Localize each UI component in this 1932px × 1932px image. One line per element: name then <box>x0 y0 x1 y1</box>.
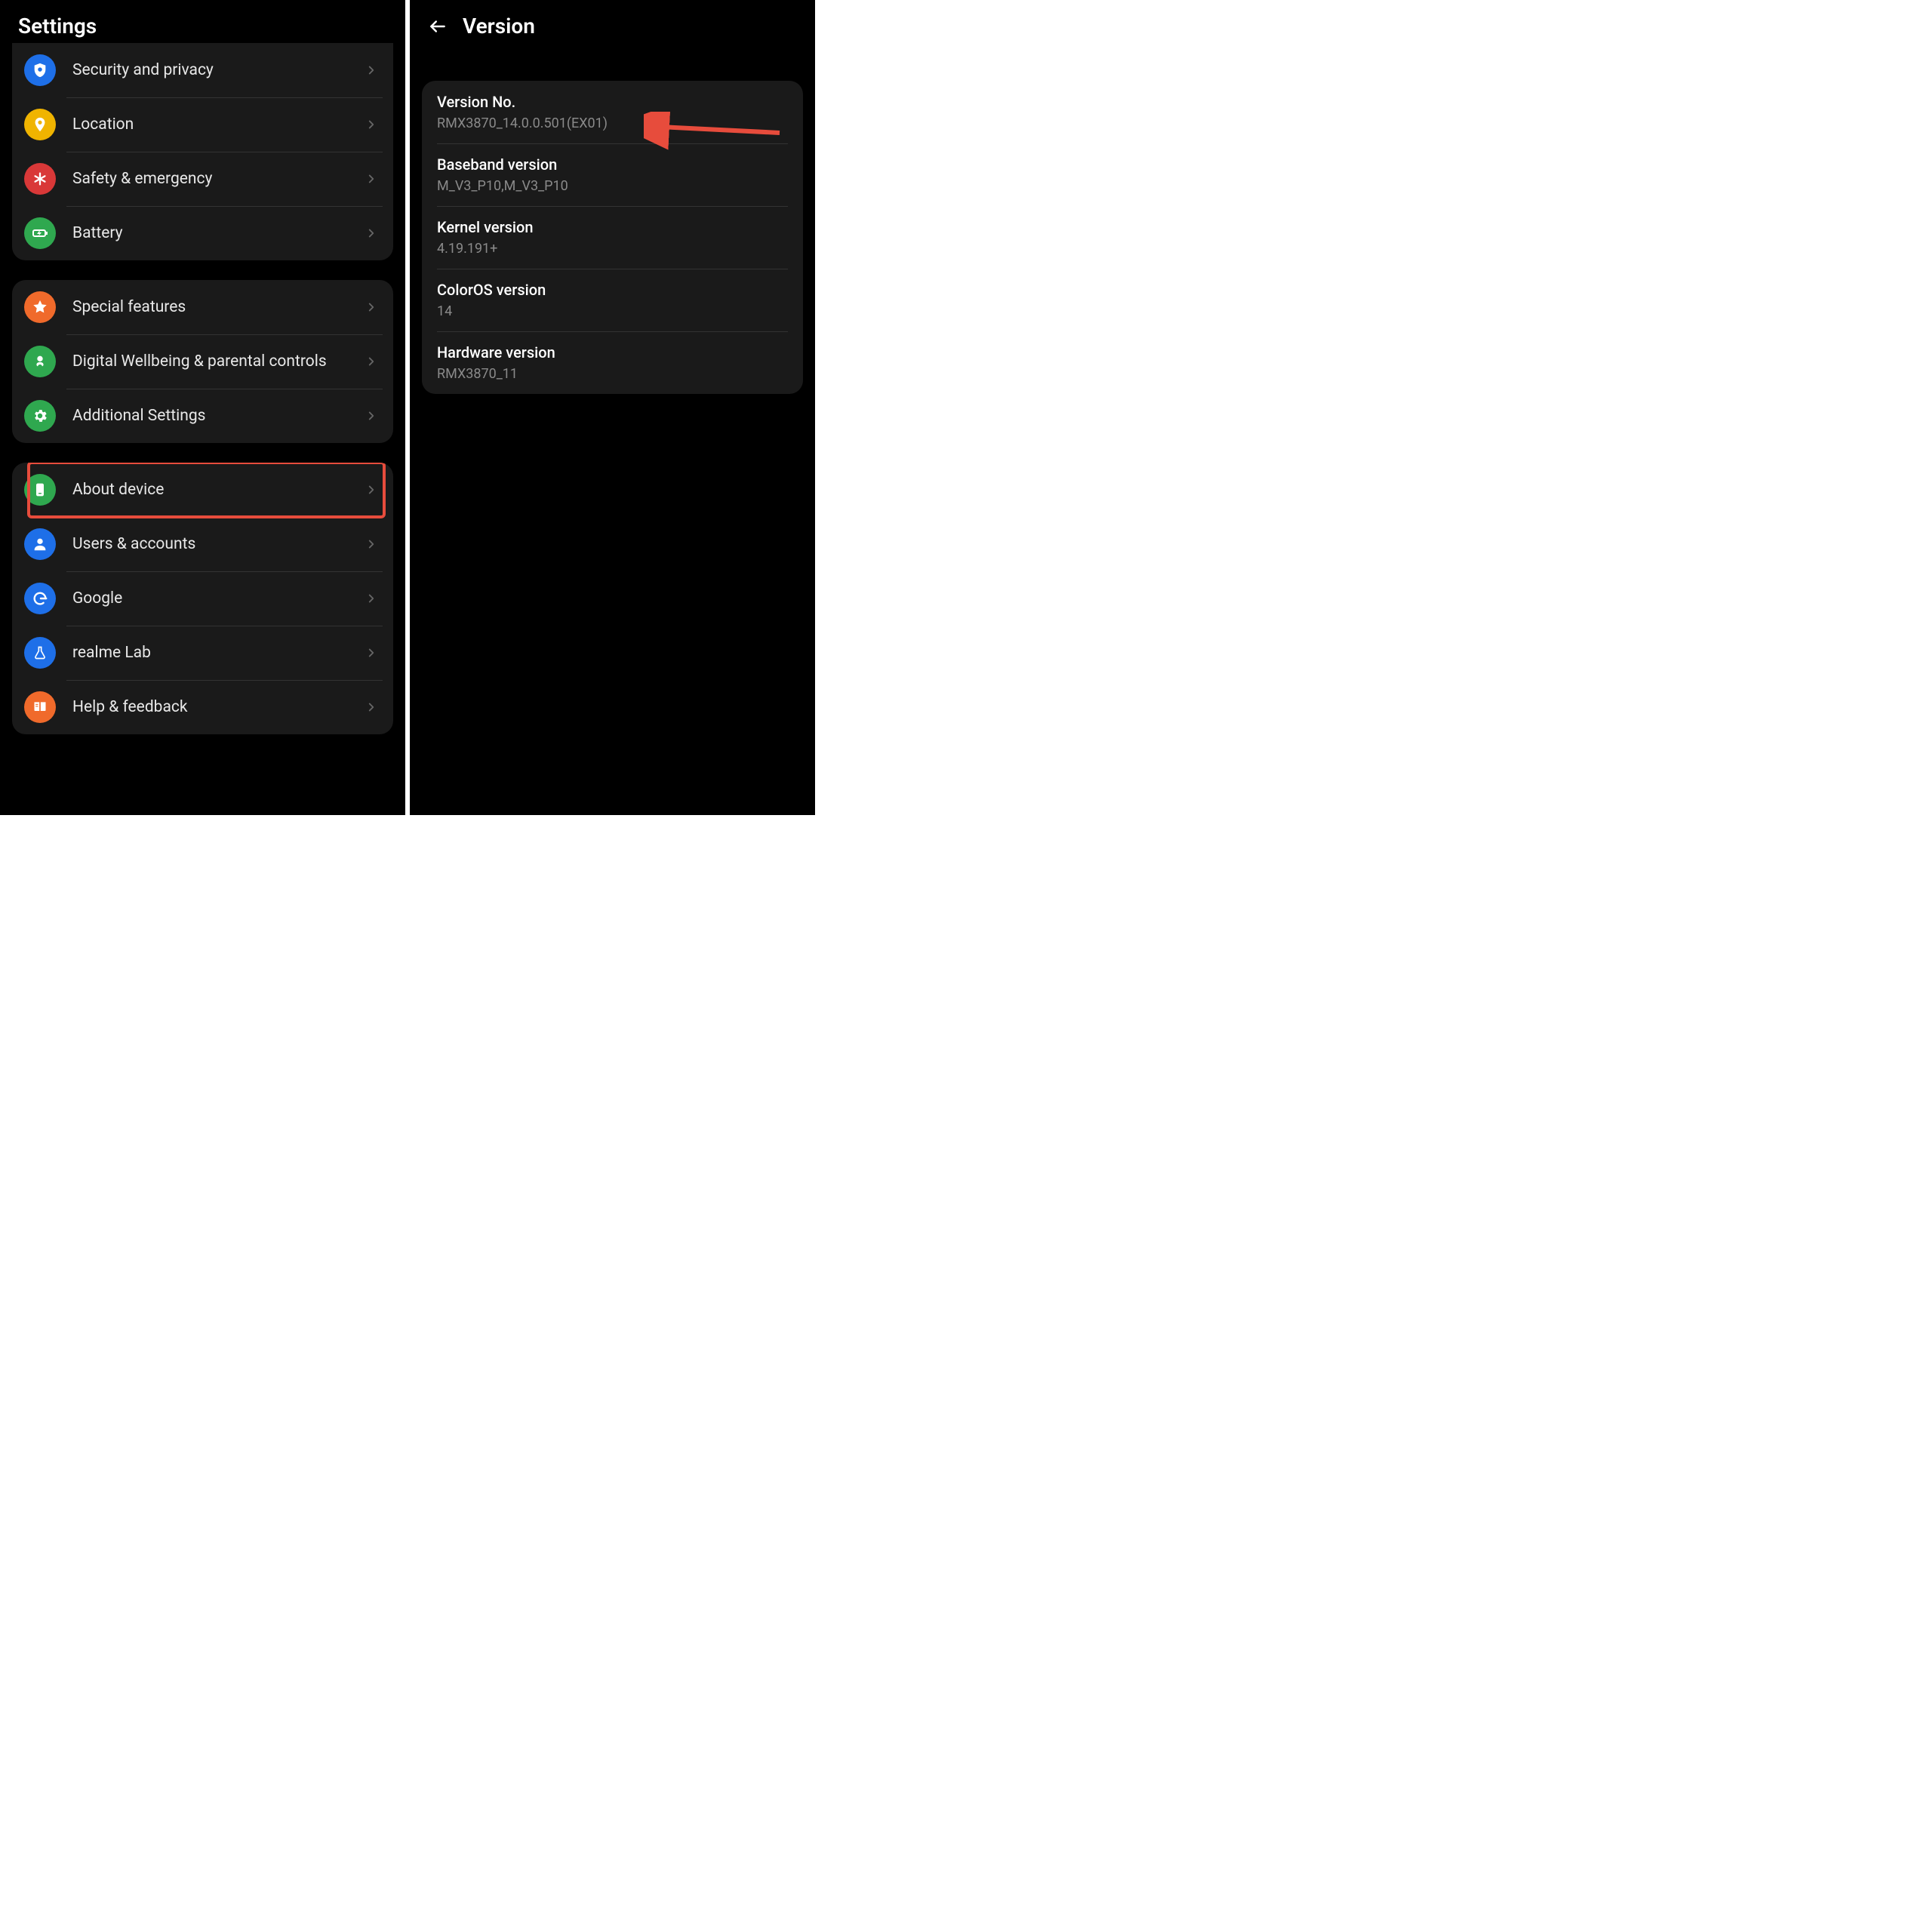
version-row-label: Baseband version <box>437 155 788 174</box>
version-row-value: 14 <box>437 303 788 319</box>
settings-row-google[interactable]: Google <box>12 571 393 626</box>
shield-icon <box>24 54 56 86</box>
row-label: Additional Settings <box>72 406 365 426</box>
settings-row-help[interactable]: Help & feedback <box>12 680 393 734</box>
heart-person-icon <box>24 346 56 377</box>
settings-row-additional[interactable]: Additional Settings <box>12 389 393 443</box>
gear-icon <box>24 400 56 432</box>
version-header: Version <box>410 0 815 49</box>
settings-row-users[interactable]: Users & accounts <box>12 517 393 571</box>
version-title: Version <box>463 14 535 38</box>
chevron-right-icon <box>365 172 378 186</box>
battery-icon <box>24 217 56 249</box>
version-row-value: M_V3_P10,M_V3_P10 <box>437 178 788 194</box>
row-label: Google <box>72 589 365 608</box>
version-row[interactable]: ColorOS version 14 <box>422 269 803 331</box>
row-label: Special features <box>72 297 365 317</box>
version-row-label: Version No. <box>437 93 788 111</box>
row-label: Digital Wellbeing & parental controls <box>72 352 365 371</box>
settings-row-realme-lab[interactable]: realme Lab <box>12 626 393 680</box>
chevron-right-icon <box>365 700 378 714</box>
settings-row-battery[interactable]: Battery <box>12 206 393 260</box>
google-icon <box>24 583 56 614</box>
pin-icon <box>24 109 56 140</box>
version-row[interactable]: Hardware version RMX3870_11 <box>422 331 803 394</box>
version-row-value: 4.19.191+ <box>437 241 788 257</box>
book-icon <box>24 691 56 723</box>
chevron-right-icon <box>365 300 378 314</box>
version-panel: Version Version No. RMX3870_14.0.0.501(EX… <box>410 0 815 815</box>
settings-group: Security and privacy Location Safety & eme… <box>12 43 393 260</box>
row-label: Users & accounts <box>72 534 365 554</box>
row-label: Safety & emergency <box>72 169 365 189</box>
settings-list[interactable]: Security and privacy Location Safety & eme… <box>0 43 405 734</box>
person-icon <box>24 528 56 560</box>
back-button[interactable] <box>428 17 448 36</box>
chevron-right-icon <box>365 537 378 551</box>
version-row-value: RMX3870_14.0.0.501(EX01) <box>437 115 788 131</box>
arrow-left-icon <box>428 17 448 36</box>
settings-row-security[interactable]: Security and privacy <box>12 43 393 97</box>
asterisk-icon <box>24 163 56 195</box>
settings-row-location[interactable]: Location <box>12 97 393 152</box>
chevron-right-icon <box>365 483 378 497</box>
version-row-value: RMX3870_11 <box>437 366 788 382</box>
flask-icon <box>24 637 56 669</box>
chevron-right-icon <box>365 118 378 131</box>
row-label: Battery <box>72 223 365 243</box>
row-label: Security and privacy <box>72 60 365 80</box>
version-row[interactable]: Version No. RMX3870_14.0.0.501(EX01) <box>422 81 803 143</box>
chevron-right-icon <box>365 592 378 605</box>
device-icon <box>24 474 56 506</box>
chevron-right-icon <box>365 409 378 423</box>
version-row-label: Kernel version <box>437 218 788 236</box>
settings-row-special[interactable]: Special features <box>12 280 393 334</box>
row-label: Help & feedback <box>72 697 365 717</box>
version-row[interactable]: Kernel version 4.19.191+ <box>422 206 803 269</box>
star-icon <box>24 291 56 323</box>
row-label: About device <box>72 480 365 500</box>
version-row[interactable]: Baseband version M_V3_P10,M_V3_P10 <box>422 143 803 206</box>
version-card: Version No. RMX3870_14.0.0.501(EX01) Baseb… <box>422 81 803 394</box>
row-label: realme Lab <box>72 643 365 663</box>
chevron-right-icon <box>365 226 378 240</box>
version-row-label: ColorOS version <box>437 281 788 299</box>
settings-group: About device Users & accounts Google realme… <box>12 463 393 734</box>
chevron-right-icon <box>365 63 378 77</box>
version-row-label: Hardware version <box>437 343 788 361</box>
settings-panel: Settings Security and privacy Location Saf… <box>0 0 405 815</box>
settings-group: Special features Digital Wellbeing & pare… <box>12 280 393 443</box>
settings-row-safety[interactable]: Safety & emergency <box>12 152 393 206</box>
settings-row-about[interactable]: About device <box>12 463 393 517</box>
chevron-right-icon <box>365 355 378 368</box>
settings-row-wellbeing[interactable]: Digital Wellbeing & parental controls <box>12 334 393 389</box>
settings-header: Settings <box>0 0 405 49</box>
chevron-right-icon <box>365 646 378 660</box>
row-label: Location <box>72 115 365 134</box>
settings-title: Settings <box>18 14 97 38</box>
